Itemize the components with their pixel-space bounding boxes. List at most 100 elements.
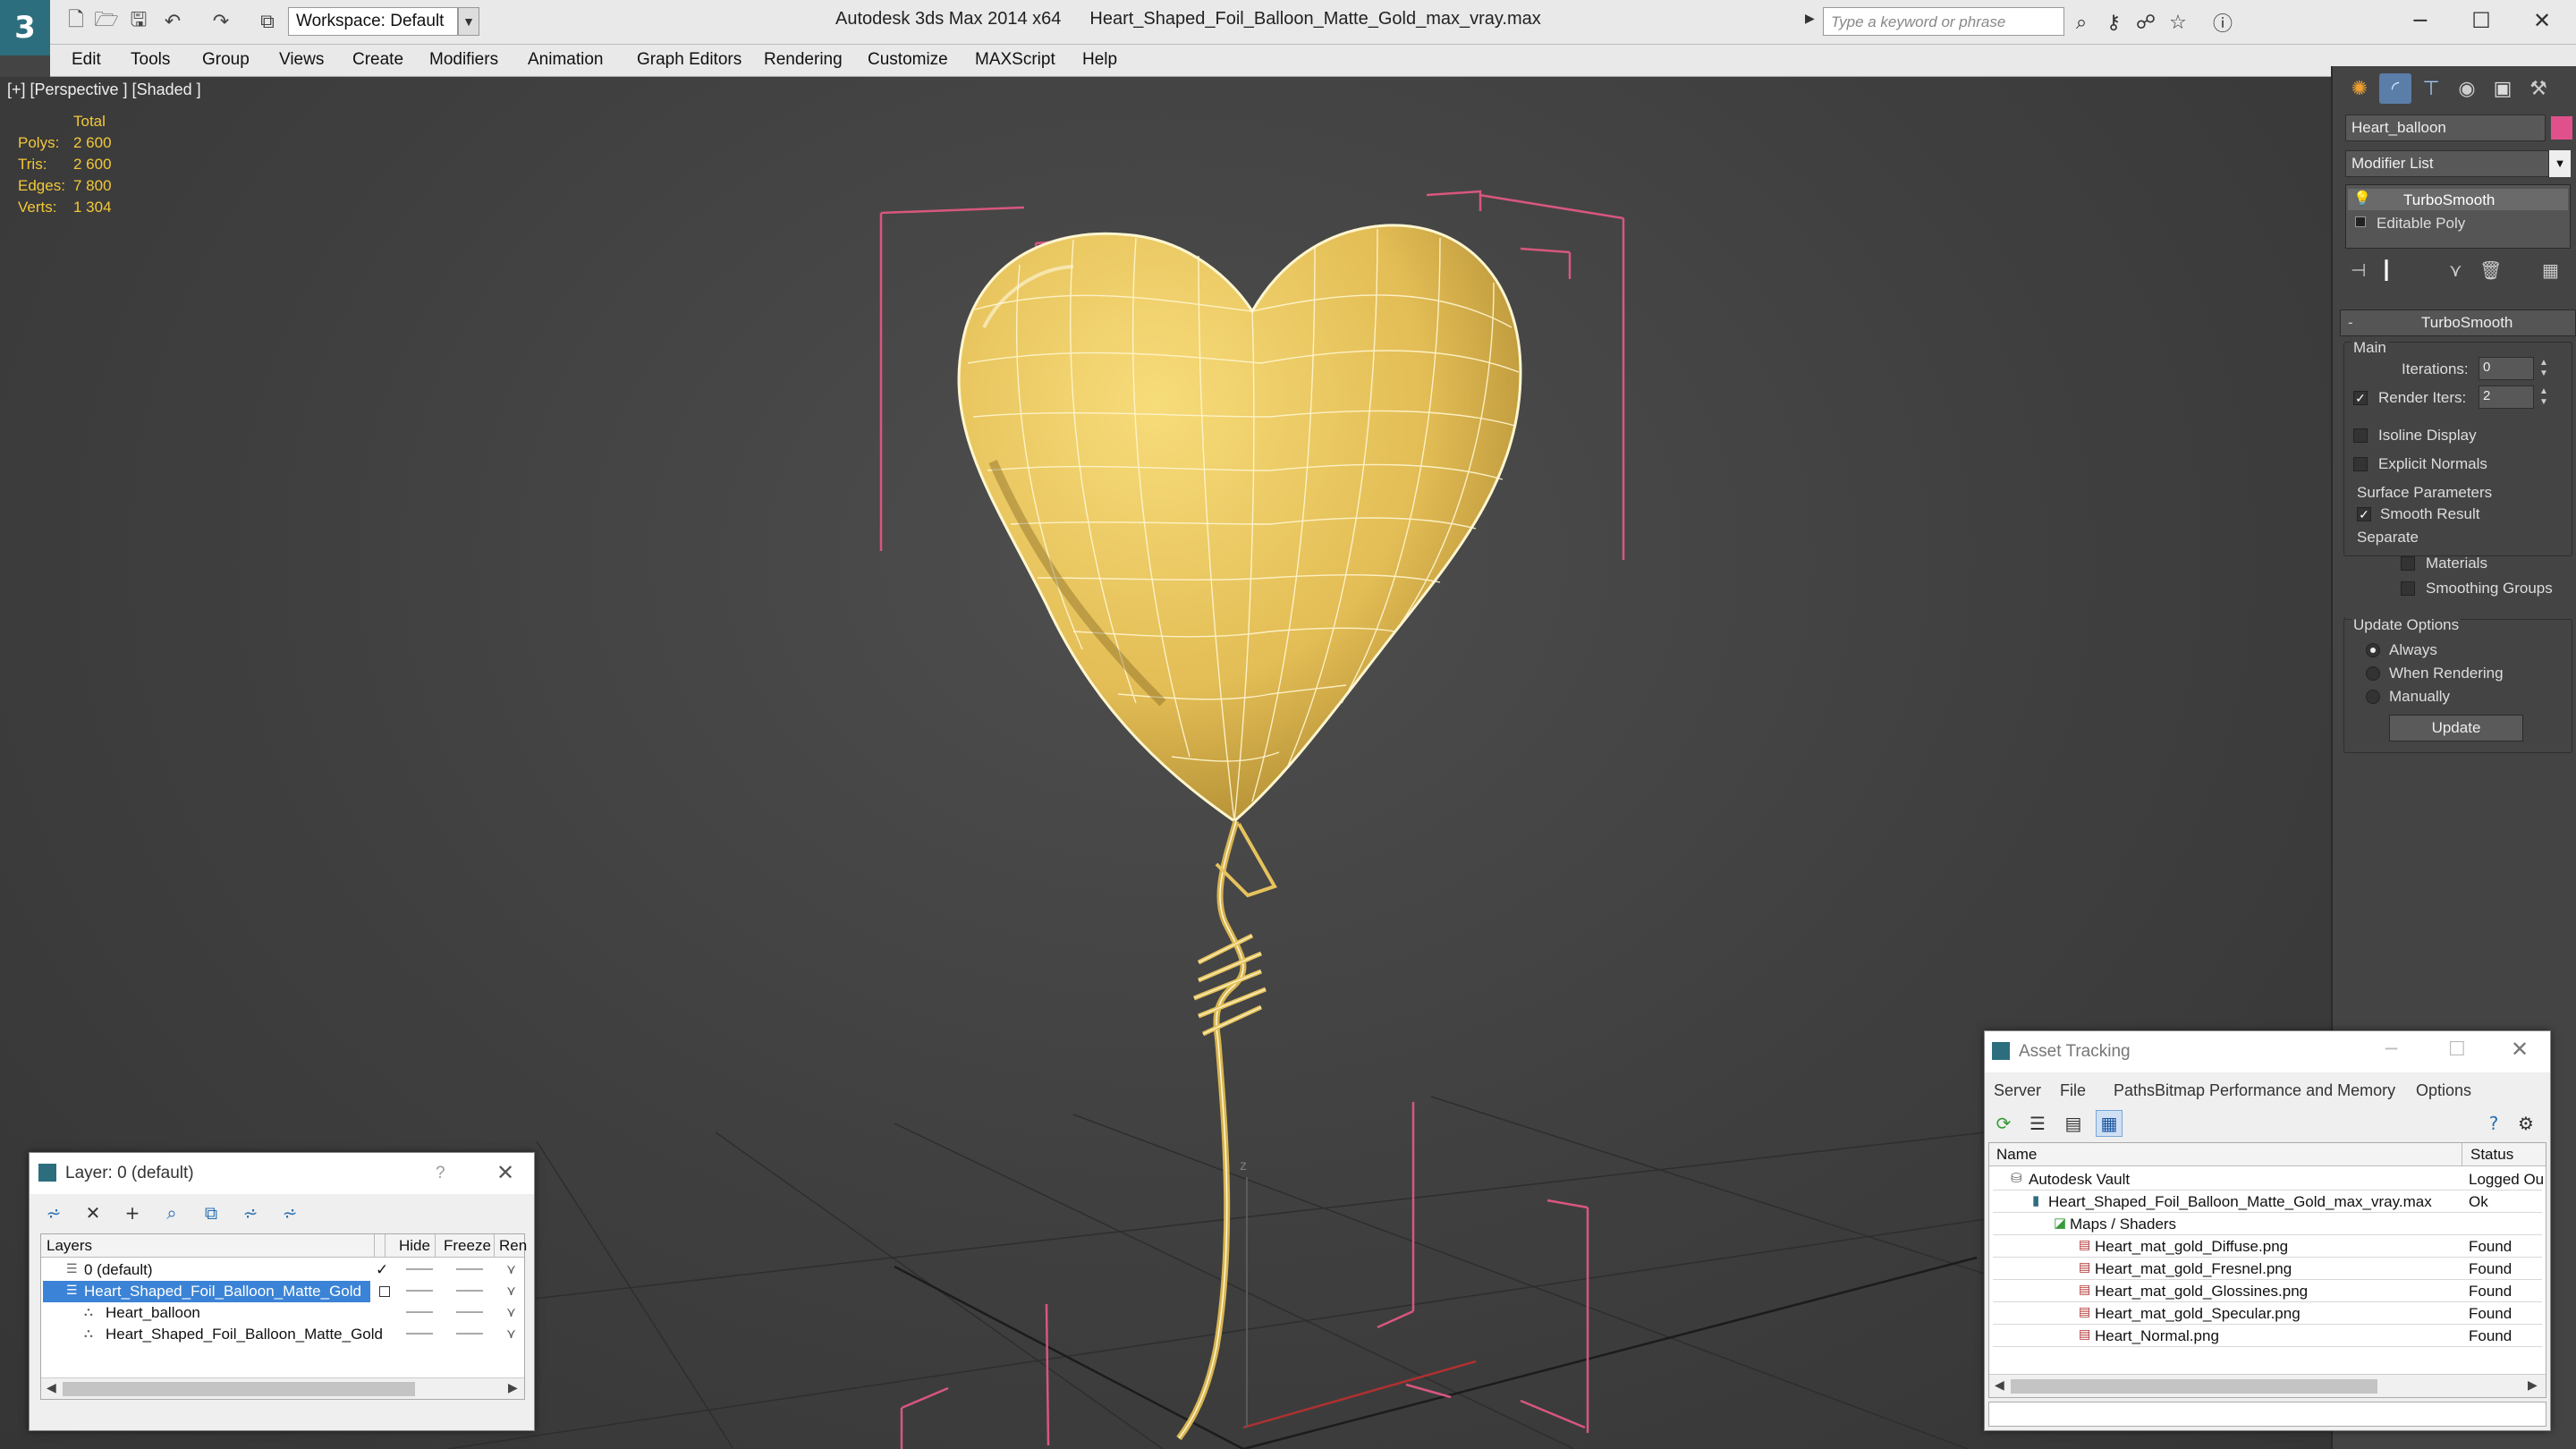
maximize-icon[interactable]: ☐	[2454, 4, 2508, 38]
hierarchy-tab-icon[interactable]: ⊤	[2415, 73, 2447, 104]
asset-row[interactable]: ◪ Maps / Shaders	[1993, 1213, 2542, 1235]
rollout-header[interactable]: - TurboSmooth	[2340, 309, 2576, 336]
asset-row[interactable]: ▤ Heart_mat_gold_Diffuse.png Found	[1993, 1235, 2542, 1258]
new-file-icon[interactable]: 🗋	[63, 8, 89, 35]
menu-animation[interactable]: Animation	[528, 50, 604, 70]
maximize-icon[interactable]: ☐	[2448, 1038, 2466, 1061]
chevron-down-icon[interactable]: ▼	[2549, 150, 2571, 177]
render-toggle[interactable]: ⋎	[506, 1261, 516, 1277]
asset-dialog-titlebar[interactable]: Asset Tracking ─ ☐ ✕	[1985, 1031, 2550, 1072]
remove-modifier-icon[interactable]: 🗑	[2479, 259, 2502, 281]
column-render[interactable]: Ren	[499, 1237, 527, 1255]
layer-row[interactable]: ☰ 0 (default) ✓ —— —— ⋎	[41, 1259, 524, 1281]
app-logo-icon[interactable]: 3	[0, 0, 50, 55]
list-view-icon[interactable]: ☰	[2024, 1110, 2051, 1137]
iterations-input[interactable]: 0	[2479, 357, 2534, 380]
lightbulb-icon[interactable]: 💡	[2353, 190, 2371, 207]
open-file-icon[interactable]: 🗁	[93, 8, 120, 35]
key-icon[interactable]: ⚷	[2100, 9, 2127, 36]
utilities-tab-icon[interactable]: ⚒	[2522, 73, 2555, 104]
scroll-right-icon[interactable]: ▶	[2528, 1377, 2538, 1393]
close-icon[interactable]: ✕	[2511, 1037, 2529, 1062]
column-status[interactable]: Status	[2470, 1146, 2513, 1164]
menu-edit[interactable]: Edit	[72, 50, 101, 70]
manually-radio[interactable]	[2366, 690, 2380, 704]
expand-arrow-icon[interactable]: ▶	[1805, 11, 1815, 26]
column-hide[interactable]: Hide	[399, 1237, 430, 1255]
workspace-dropdown[interactable]: Workspace: Default	[288, 7, 458, 36]
freeze-toggle[interactable]: ——	[456, 1304, 483, 1319]
redo-icon[interactable]: ↷	[208, 8, 234, 35]
update-button[interactable]: Update	[2389, 715, 2523, 741]
object-color-swatch[interactable]	[2551, 116, 2572, 140]
hide-all-icon[interactable]: ⩫	[237, 1199, 264, 1226]
menu-help[interactable]: Help	[1082, 50, 1117, 70]
help-icon[interactable]: ⓘ	[2209, 9, 2236, 36]
scroll-left-icon[interactable]: ◀	[47, 1380, 56, 1395]
detail-view-icon[interactable]: ▤	[2060, 1110, 2087, 1137]
column-name[interactable]: Name	[1996, 1146, 2037, 1164]
menu-customize[interactable]: Customize	[868, 50, 948, 70]
save-icon[interactable]: 🖫	[125, 8, 152, 35]
chevron-down-icon[interactable]: ▼	[458, 7, 479, 36]
add-to-layer-icon[interactable]: +	[119, 1199, 146, 1226]
freeze-toggle[interactable]: ——	[456, 1326, 483, 1341]
binoculars-icon[interactable]: ⌕	[2068, 9, 2095, 36]
menu-server[interactable]: Server	[1994, 1081, 2041, 1100]
collapse-icon[interactable]: -	[2348, 314, 2353, 332]
freeze-toggle[interactable]: ——	[456, 1283, 483, 1298]
help-icon[interactable]: ?	[2480, 1110, 2507, 1137]
select-objects-icon[interactable]: ⌕	[158, 1199, 185, 1226]
menu-group[interactable]: Group	[202, 50, 250, 70]
freeze-toggle[interactable]: ——	[456, 1261, 483, 1276]
isoline-display-checkbox[interactable]	[2353, 428, 2368, 443]
menu-views[interactable]: Views	[279, 50, 324, 70]
set-active-box[interactable]	[379, 1286, 390, 1297]
menu-create[interactable]: Create	[352, 50, 403, 70]
explicit-normals-checkbox[interactable]	[2353, 457, 2368, 471]
object-name-field[interactable]: Heart_balloon	[2345, 114, 2546, 141]
create-tab-icon[interactable]: ✺	[2343, 73, 2376, 104]
render-toggle[interactable]: ⋎	[506, 1283, 516, 1299]
menu-maxscript[interactable]: MAXScript	[975, 50, 1055, 70]
modifier-list-dropdown[interactable]: Modifier List	[2345, 150, 2549, 177]
render-iters-input[interactable]: 2	[2479, 386, 2534, 409]
help-button[interactable]: ?	[436, 1164, 445, 1183]
hide-toggle[interactable]: ——	[406, 1283, 433, 1298]
stack-item-editable-poly[interactable]: Editable Poly	[2348, 212, 2568, 233]
highlight-layer-icon[interactable]: ⧉	[198, 1199, 225, 1226]
menu-bitmap-performance[interactable]: Bitmap Performance and Memory	[2155, 1081, 2395, 1100]
asset-row[interactable]: ▤ Heart_mat_gold_Fresnel.png Found	[1993, 1258, 2542, 1280]
layer-row[interactable]: ⛬ Heart_balloon —— —— ⋎	[41, 1302, 524, 1324]
delete-layer-icon[interactable]: ✕	[80, 1199, 106, 1226]
settings-icon[interactable]: ⚙	[2512, 1110, 2539, 1137]
heart-balloon[interactable]	[957, 224, 1522, 823]
render-toggle[interactable]: ⋎	[506, 1326, 516, 1342]
layer-dialog-titlebar[interactable]: Layer: 0 (default) ? ✕	[30, 1153, 534, 1194]
search-input[interactable]: Type a keyword or phrase	[1823, 7, 2064, 36]
horizontal-scrollbar[interactable]: ◀ ▶	[1989, 1374, 2546, 1397]
asset-row[interactable]: ▤ Heart_mat_gold_Glossines.png Found	[1993, 1280, 2542, 1302]
scrollbar-thumb[interactable]	[63, 1382, 415, 1396]
stack-item-turbosmooth[interactable]: 💡 TurboSmooth	[2348, 189, 2568, 210]
menu-paths[interactable]: Paths	[2114, 1081, 2155, 1100]
hide-toggle[interactable]: ——	[406, 1261, 433, 1276]
project-folder-icon[interactable]: ⧉	[254, 8, 281, 35]
minimize-icon[interactable]: ─	[2394, 4, 2447, 38]
when-rendering-radio[interactable]	[2366, 666, 2380, 681]
scroll-left-icon[interactable]: ◀	[1995, 1377, 2004, 1393]
menu-options[interactable]: Options	[2416, 1081, 2471, 1100]
active-layer-check-icon[interactable]: ✓	[376, 1261, 388, 1279]
layer-row[interactable]: ☰ Heart_Shaped_Foil_Balloon_Matte_Gold —…	[41, 1281, 524, 1302]
render-iters-checkbox[interactable]: ✓	[2353, 391, 2368, 405]
expand-box-icon[interactable]	[2355, 216, 2366, 227]
column-layers[interactable]: Layers	[47, 1237, 92, 1255]
display-tab-icon[interactable]: ▣	[2487, 73, 2519, 104]
undo-icon[interactable]: ↶	[159, 8, 186, 35]
asset-row[interactable]: ⛁ Autodesk Vault Logged Ou	[1993, 1168, 2544, 1191]
show-end-result-icon[interactable]: ┃	[2381, 259, 2392, 281]
motion-tab-icon[interactable]: ◉	[2451, 73, 2483, 104]
balloon-string[interactable]	[1176, 820, 1277, 1441]
hide-toggle[interactable]: ——	[406, 1326, 433, 1341]
asset-path-field[interactable]	[1988, 1402, 2546, 1427]
